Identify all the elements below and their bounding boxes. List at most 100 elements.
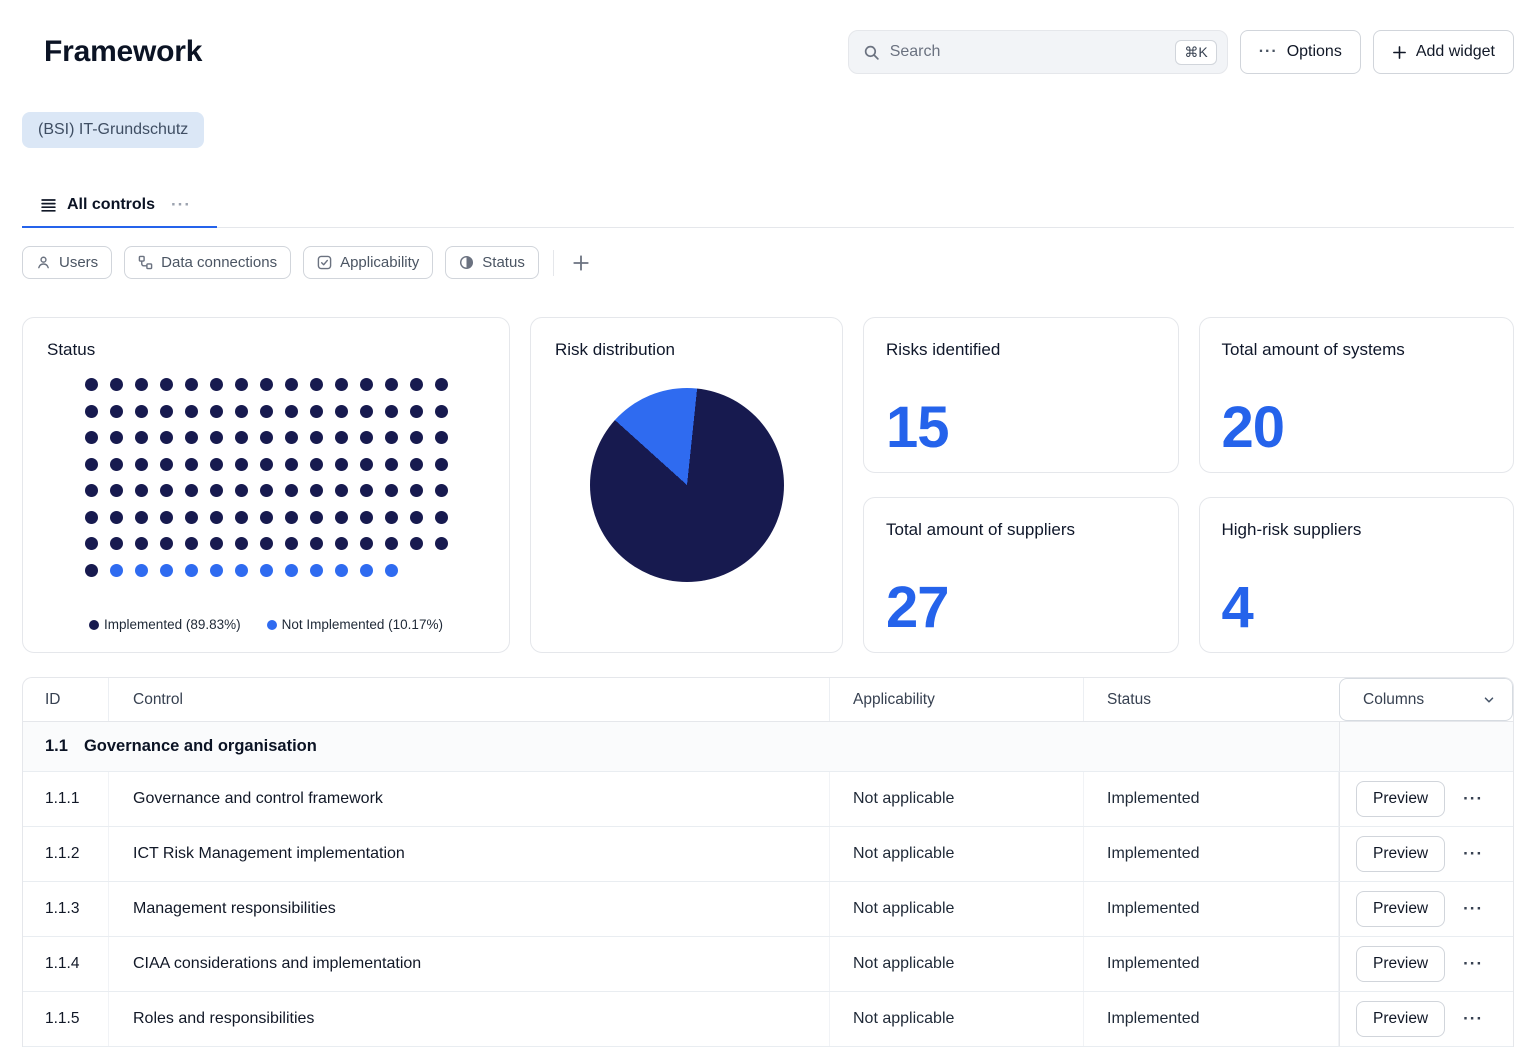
table-row[interactable]: 1.1.2 ICT Risk Management implementation N… [23, 827, 1513, 882]
filter-users[interactable]: Users [22, 246, 113, 279]
search-input[interactable] [889, 43, 1166, 61]
legend-dot [89, 619, 100, 630]
waffle-dot [259, 484, 273, 497]
filter-bar-chips: Users Data connections Applicability Status [22, 246, 539, 279]
waffle-dot [384, 537, 398, 550]
group-actions-cell [1339, 722, 1513, 771]
table-row[interactable]: 1.1.5 Roles and responsibilities Not appli… [23, 992, 1513, 1047]
waffle-dot [334, 431, 348, 444]
preview-button[interactable]: Preview [1356, 836, 1446, 872]
column-header-status: Status [1107, 690, 1151, 708]
legend-label: Not Implemented (10.17%) [281, 617, 443, 632]
row-menu-button[interactable]: ··· [1457, 785, 1489, 813]
stat-value: 4 [1221, 575, 1254, 641]
row-menu-button[interactable]: ··· [1457, 950, 1489, 978]
stat-card-risks-identified: Risks identified 15 [863, 317, 1179, 473]
waffle-dot [209, 484, 223, 497]
search-icon [863, 44, 880, 61]
search-box[interactable]: ⌘K [847, 30, 1228, 74]
cell-id: 1.1.5 [23, 992, 109, 1046]
checkbox-icon [317, 255, 332, 270]
preview-button[interactable]: Preview [1356, 891, 1446, 927]
waffle-dot [434, 484, 448, 497]
data-connections-icon [138, 255, 153, 270]
stat-title: Risks identified [886, 340, 1001, 359]
preview-button[interactable]: Preview [1356, 1001, 1446, 1037]
waffle-dot [434, 537, 448, 550]
cell-id: 1.1.4 [23, 937, 109, 991]
waffle-dot [134, 431, 148, 444]
waffle-dot [159, 563, 173, 577]
waffle-dot [184, 457, 198, 471]
cell-id: 1.1.3 [23, 882, 109, 936]
waffle-dot [159, 404, 173, 418]
waffle-dot [309, 537, 323, 550]
waffle-dot [409, 537, 423, 550]
waffle-dot [259, 537, 273, 550]
waffle-dot [259, 431, 273, 444]
filter-status[interactable]: Status [445, 246, 539, 279]
stat-value: 15 [886, 395, 950, 461]
stats-grid: Risks identified 15 Total amount of system… [863, 317, 1514, 653]
half-circle-icon [459, 255, 474, 270]
waffle-dot [359, 404, 373, 418]
topbar-actions: ⌘K ··· Options Add widget [847, 30, 1514, 74]
tab-all-controls[interactable]: All controls [40, 196, 155, 214]
columns-button[interactable]: Columns [1339, 678, 1513, 721]
waffle-dot [134, 563, 148, 577]
options-label: Options [1286, 43, 1342, 60]
tab-bar: All controls ··· [22, 184, 1514, 228]
preview-button[interactable]: Preview [1356, 946, 1446, 982]
filter-data-connections[interactable]: Data connections [124, 246, 292, 279]
waffle-dot [409, 484, 423, 497]
cell-applicability: Not applicable [830, 992, 1084, 1046]
waffle-dot [234, 457, 248, 471]
waffle-dot [109, 510, 123, 524]
add-widget-button[interactable]: Add widget [1372, 30, 1514, 74]
legend-label: Implemented (89.83%) [104, 617, 241, 632]
waffle-dot [284, 537, 298, 550]
waffle-dot [184, 510, 198, 524]
preview-button[interactable]: Preview [1356, 781, 1446, 817]
filter-label: Status [482, 254, 525, 271]
waffle-dot [334, 404, 348, 418]
table-row[interactable]: 1.1.1 Governance and control framework Not… [23, 772, 1513, 827]
waffle-dot [209, 378, 223, 391]
waffle-dot [259, 563, 273, 577]
cell-applicability: Not applicable [830, 882, 1084, 936]
filter-applicability[interactable]: Applicability [303, 246, 434, 279]
waffle-dot [359, 563, 373, 577]
plus-icon [572, 254, 590, 272]
table-row[interactable]: 1.1.3 Management responsibilities Not appl… [23, 882, 1513, 937]
waffle-dot [84, 457, 98, 471]
waffle-dot [434, 404, 448, 418]
add-filter-button[interactable] [568, 250, 594, 276]
waffle-dot [359, 457, 373, 471]
columns-button-label: Columns [1363, 690, 1425, 708]
column-header-control: Control [109, 678, 830, 721]
cell-control: Roles and responsibilities [109, 992, 830, 1046]
cell-applicability: Not applicable [830, 772, 1084, 826]
row-menu-button[interactable]: ··· [1457, 1005, 1489, 1033]
tab-more-button[interactable]: ··· [171, 195, 191, 215]
waffle-dot [159, 457, 173, 471]
row-menu-button[interactable]: ··· [1457, 895, 1489, 923]
cell-actions: Preview ··· [1339, 882, 1513, 936]
waffle-dot [384, 378, 398, 391]
framework-page: Framework ⌘K ··· Options Add widget (B [0, 0, 1536, 1047]
table-header-row: ID Control Applicability Status Columns [23, 678, 1513, 722]
framework-chip[interactable]: (BSI) IT-Grundschutz [22, 112, 205, 148]
tab-label: All controls [67, 196, 156, 213]
waffle-dot [159, 431, 173, 444]
options-button[interactable]: ··· Options [1239, 30, 1361, 74]
stat-title: Total amount of systems [1221, 340, 1405, 359]
table-row[interactable]: 1.1.4 CIAA considerations and implementat… [23, 937, 1513, 992]
waffle-dot [184, 404, 198, 418]
waffle-dot [134, 378, 148, 391]
waffle-dot [84, 378, 98, 391]
table-body: 1.1 Governance and organisation 1.1.1 Gover… [23, 722, 1513, 1047]
waffle-dot [109, 378, 123, 391]
stat-value: 27 [886, 575, 950, 641]
waffle-dot [184, 378, 198, 391]
row-menu-button[interactable]: ··· [1457, 840, 1489, 868]
